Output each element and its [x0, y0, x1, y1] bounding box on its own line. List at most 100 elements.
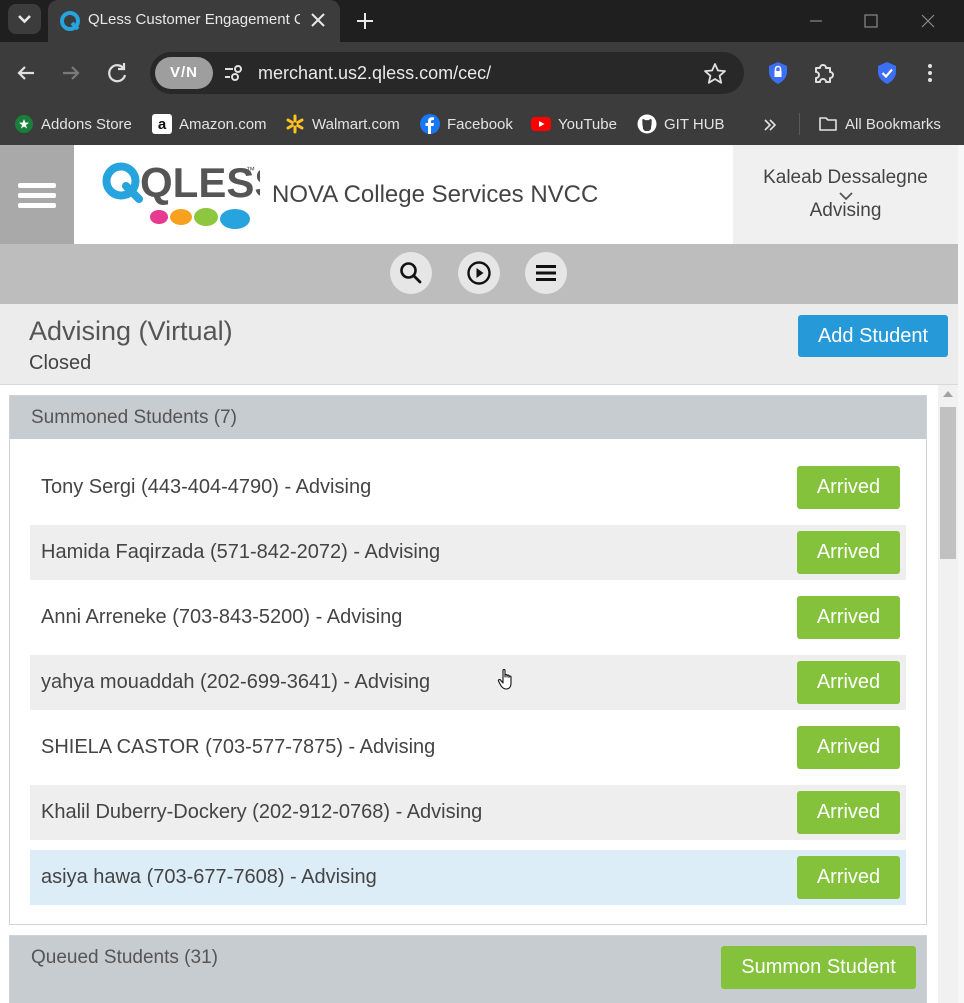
tab-search-button[interactable]	[8, 4, 41, 34]
walmart-icon	[285, 114, 305, 134]
bookmark-label: GIT HUB	[664, 115, 725, 133]
add-student-button[interactable]: Add Student	[798, 315, 948, 357]
list-menu-button[interactable]	[525, 252, 567, 294]
bookmark-label: Facebook	[447, 115, 513, 133]
arrived-button[interactable]: Arrived	[797, 791, 900, 834]
arrived-button[interactable]: Arrived	[797, 531, 900, 574]
hand-cursor-icon	[497, 669, 512, 690]
reload-icon[interactable]	[103, 59, 131, 87]
active-tab[interactable]: QLess Customer Engagement C	[48, 0, 340, 42]
close-tab-icon[interactable]	[306, 8, 330, 32]
student-row: SHIELA CASTOR (703-577-7875) - Advising …	[30, 720, 906, 775]
menu-line	[18, 183, 56, 188]
student-info: asiya hawa (703-677-7608) - Advising	[41, 866, 377, 888]
queue-header: Advising (Virtual) Closed Add Student	[0, 304, 958, 385]
browser-toolbar: V/N merchant.us2.qless.com/cec/	[0, 42, 964, 104]
address-bar[interactable]: V/N merchant.us2.qless.com/cec/	[150, 52, 744, 94]
arrived-button[interactable]: Arrived	[797, 596, 900, 639]
user-menu[interactable]: Kaleab Dessalegne Advising	[733, 145, 958, 244]
panel-header: Queued Students (31) Summon Student	[10, 936, 926, 1003]
app-header: QLESS ™ NOVA College Services NVCC Kalea…	[0, 145, 958, 244]
list-icon	[536, 265, 556, 281]
shield-check-icon[interactable]	[873, 59, 901, 87]
student-row: Khalil Duberry-Dockery (202-912-0768) - …	[30, 785, 906, 840]
content-scrollbar[interactable]	[938, 385, 958, 1003]
bookmark-label: Walmart.com	[312, 115, 400, 133]
summon-student-button[interactable]: Summon Student	[721, 946, 916, 989]
youtube-icon	[531, 114, 551, 134]
main-menu-button[interactable]	[0, 145, 74, 244]
panel-header: Summoned Students (7)	[10, 396, 926, 439]
queue-title: Advising (Virtual)	[29, 316, 233, 346]
browser-menu-icon[interactable]	[916, 59, 944, 87]
student-info: Anni Arreneke (703-843-5200) - Advising	[41, 606, 403, 628]
bookmarks-bar: Addons Store a Amazon.com Walmart.com Fa…	[0, 104, 964, 145]
bookmark-youtube[interactable]: YouTube	[531, 111, 617, 137]
organization-name: NOVA College Services NVCC	[272, 181, 599, 208]
github-icon	[637, 114, 657, 134]
maximize-icon[interactable]	[858, 8, 884, 34]
student-info: Tony Sergi (443-404-4790) - Advising	[41, 476, 372, 498]
search-button[interactable]	[390, 252, 432, 294]
back-arrow-icon[interactable]	[12, 59, 40, 87]
arrived-button[interactable]: Arrived	[797, 661, 900, 704]
tab-title: QLess Customer Engagement C	[88, 11, 300, 28]
bookmark-walmart[interactable]: Walmart.com	[285, 111, 400, 137]
logo-trademark: ™	[246, 165, 255, 175]
bookmark-facebook[interactable]: Facebook	[420, 111, 513, 137]
play-icon	[467, 261, 491, 285]
user-role: Advising	[809, 200, 882, 221]
bookmark-amazon[interactable]: a Amazon.com	[152, 111, 267, 137]
new-tab-icon[interactable]	[352, 8, 378, 34]
site-info-icon[interactable]	[220, 60, 246, 86]
facebook-icon	[420, 114, 440, 134]
close-window-icon[interactable]	[915, 8, 941, 34]
bookmark-label: YouTube	[558, 115, 617, 133]
vpn-lock-icon[interactable]	[764, 59, 792, 87]
student-row: asiya hawa (703-677-7608) - Advising Arr…	[30, 850, 906, 905]
student-info: yahya mouaddah (202-699-3641) - Advising	[41, 671, 431, 693]
play-button[interactable]	[458, 252, 500, 294]
url-text: merchant.us2.qless.com/cec/	[258, 63, 492, 83]
summoned-students-panel: Summoned Students (7) Tony Sergi (443-40…	[9, 395, 927, 925]
panel-title: Queued Students (31)	[31, 947, 218, 968]
svg-text:a: a	[158, 116, 167, 133]
student-row: Tony Sergi (443-404-4790) - Advising Arr…	[30, 460, 906, 515]
bookmark-github[interactable]: GIT HUB	[637, 111, 725, 137]
vpn-badge[interactable]: V/N	[155, 57, 213, 89]
bookmark-label: Addons Store	[41, 115, 132, 133]
qless-logo: QLESS ™	[100, 159, 282, 231]
bookmark-label: All Bookmarks	[845, 115, 941, 133]
queued-students-panel: Queued Students (31) Summon Student	[9, 935, 927, 1003]
student-row: Anni Arreneke (703-843-5200) - Advising …	[30, 590, 906, 645]
action-bar	[0, 244, 958, 304]
more-bookmarks-chevron-icon[interactable]	[760, 115, 780, 135]
user-name: Kaleab Dessalegne	[763, 167, 928, 188]
student-info: SHIELA CASTOR (703-577-7875) - Advising	[41, 736, 436, 758]
student-info: Hamida Faqirzada (571-842-2072) - Advisi…	[41, 541, 441, 563]
amazon-icon: a	[152, 114, 172, 134]
student-row: yahya mouaddah (202-699-3641) - Advising…	[30, 655, 906, 710]
scroll-thumb[interactable]	[940, 407, 956, 559]
logo-wordmark: QLESS	[140, 159, 260, 206]
arrived-button[interactable]: Arrived	[797, 466, 900, 509]
forward-arrow-icon[interactable]	[57, 59, 85, 87]
menu-line	[18, 193, 56, 198]
addons-icon	[14, 114, 34, 134]
browser-tab-strip: QLess Customer Engagement C	[0, 0, 964, 42]
arrived-button[interactable]: Arrived	[797, 726, 900, 769]
panel-title: Summoned Students (7)	[31, 407, 237, 428]
bookmark-all-bookmarks[interactable]: All Bookmarks	[818, 111, 941, 137]
queue-status: Closed	[29, 352, 92, 374]
student-info: Khalil Duberry-Dockery (202-912-0768) - …	[41, 801, 483, 823]
student-row: Hamida Faqirzada (571-842-2072) - Advisi…	[30, 525, 906, 580]
search-icon	[400, 262, 422, 284]
bookmark-star-icon[interactable]	[702, 61, 728, 87]
extensions-puzzle-icon[interactable]	[810, 59, 838, 87]
bookmark-label: Amazon.com	[179, 115, 267, 133]
minimize-icon[interactable]	[803, 8, 829, 34]
arrived-button[interactable]: Arrived	[797, 856, 900, 899]
bookmark-addons-store[interactable]: Addons Store	[14, 111, 132, 137]
chevron-down-icon	[18, 15, 31, 24]
scroll-up-arrow-icon[interactable]	[943, 391, 953, 397]
